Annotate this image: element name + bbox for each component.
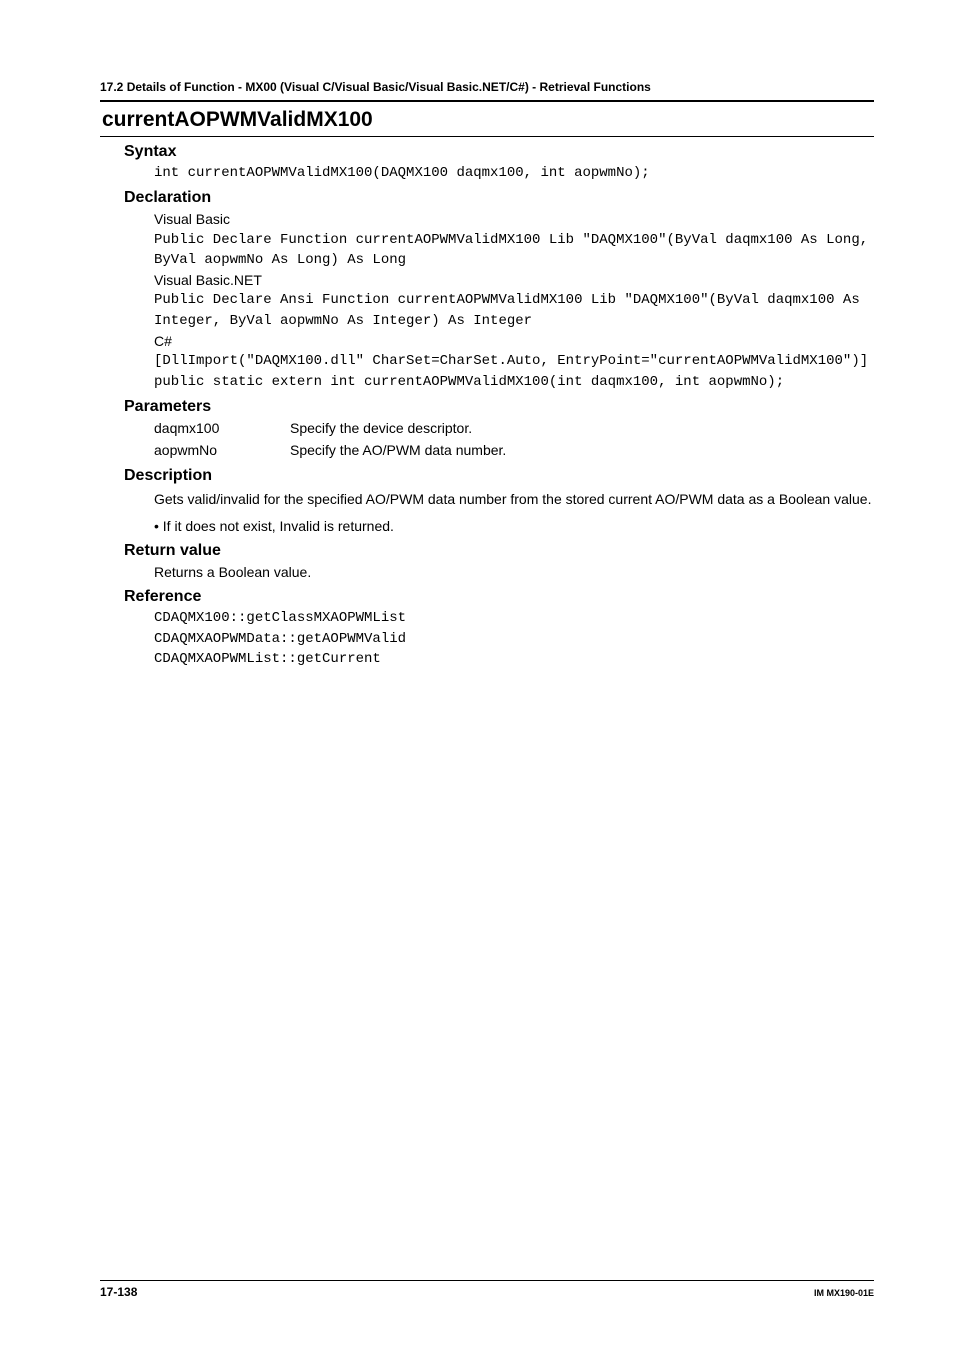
reference-code: CDAQMX100::getClassMXAOPWMList CDAQMXAOP…	[154, 608, 874, 669]
description-text: Gets valid/invalid for the specified AO/…	[154, 487, 874, 512]
footer-doc-id: IM MX190-01E	[814, 1288, 874, 1298]
vbnet-label: Visual Basic.NET	[154, 270, 874, 290]
description-bullet: If it does not exist, Invalid is returne…	[154, 516, 874, 536]
heading-declaration: Declaration	[100, 189, 874, 207]
function-title: currentAOPWMValidMX100	[100, 108, 874, 132]
heading-description: Description	[100, 467, 874, 485]
vbnet-code: Public Declare Ansi Function currentAOPW…	[154, 290, 874, 331]
page-footer: 17-138 IM MX190-01E	[100, 1280, 874, 1299]
divider-top-thick	[100, 100, 874, 102]
heading-reference: Reference	[100, 588, 874, 606]
param-row: aopwmNo Specify the AO/PWM data number.	[154, 440, 874, 460]
heading-syntax: Syntax	[100, 143, 874, 161]
cs-code: [DllImport("DAQMX100.dll" CharSet=CharSe…	[154, 351, 874, 392]
vb-code: Public Declare Function currentAOPWMVali…	[154, 230, 874, 271]
divider-title	[100, 136, 874, 137]
param-desc-0: Specify the device descriptor.	[290, 418, 472, 438]
cs-label: C#	[154, 331, 874, 351]
vb-label: Visual Basic	[154, 209, 874, 229]
footer-page-number: 17-138	[100, 1285, 137, 1299]
param-name-1: aopwmNo	[154, 440, 254, 460]
return-text: Returns a Boolean value.	[154, 562, 874, 582]
heading-parameters: Parameters	[100, 398, 874, 416]
heading-return: Return value	[100, 542, 874, 560]
syntax-code: int currentAOPWMValidMX100(DAQMX100 daqm…	[154, 163, 874, 183]
param-desc-1: Specify the AO/PWM data number.	[290, 440, 506, 460]
param-name-0: daqmx100	[154, 418, 254, 438]
page-header: 17.2 Details of Function - MX00 (Visual …	[100, 80, 874, 100]
param-row: daqmx100 Specify the device descriptor.	[154, 418, 874, 438]
